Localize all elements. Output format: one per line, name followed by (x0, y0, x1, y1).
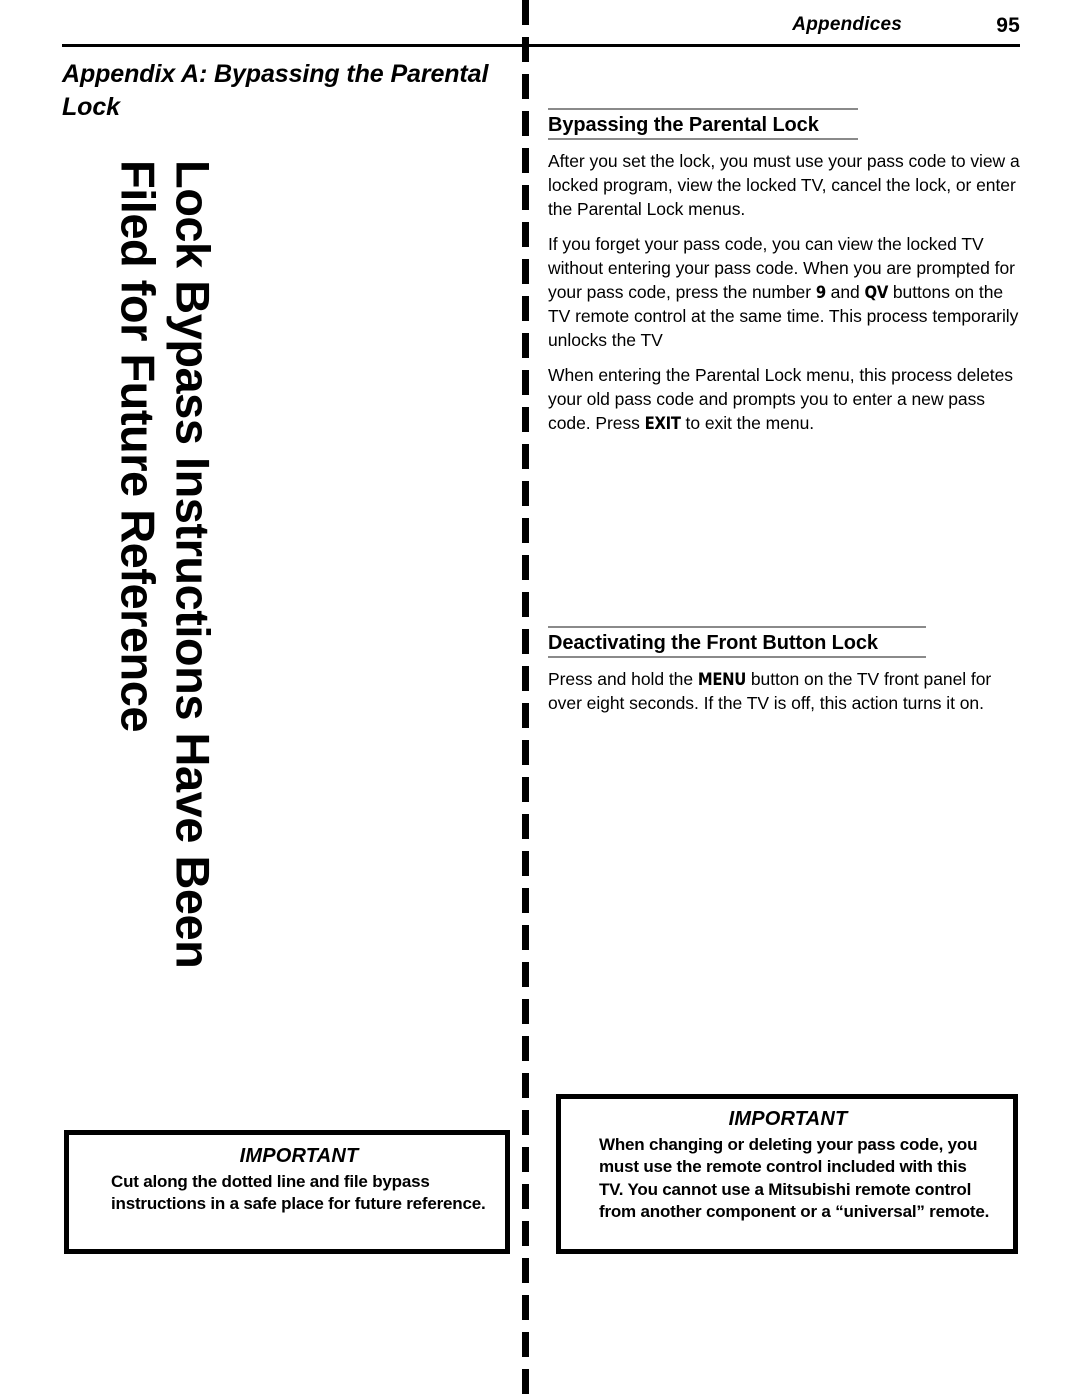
heading-rule-top (548, 108, 858, 110)
heading-rule-bottom (548, 655, 926, 658)
body-paragraph: When entering the Parental Lock menu, th… (548, 364, 1020, 435)
text-run: to exit the menu. (680, 412, 815, 433)
text-run: and (825, 281, 865, 302)
important-body: When changing or deleting your pass code… (599, 1135, 990, 1222)
section-heading: Deactivating the Front Button Lock (548, 631, 878, 654)
important-box-right: IMPORTANT When changing or deleting your… (556, 1094, 1018, 1254)
section-paragraphs: Press and hold the MENU button on the TV… (548, 668, 1020, 716)
right-column: Bypassing the Parental Lock After you se… (548, 108, 1020, 715)
remote-button-label: QV (864, 282, 889, 302)
body-paragraph: After you set the lock, you must use you… (548, 150, 1020, 221)
important-title: IMPORTANT (239, 1145, 359, 1167)
rotated-banner: Lock Bypass Instructions Have Been Filed… (0, 150, 330, 1030)
section-bypassing-parental-lock: Bypassing the Parental Lock After you se… (548, 108, 1020, 436)
heading-rule-top (548, 625, 926, 628)
remote-button-label: EXIT (644, 413, 681, 433)
section-deactivating-front-button-lock: Deactivating the Front Button Lock Press… (548, 625, 1020, 716)
important-title: IMPORTANT (728, 1108, 848, 1130)
text-run: After you set the lock, you must use you… (548, 151, 1020, 219)
remote-button-label: 9 (815, 282, 826, 302)
document-page: Appendices 95 Appendix A: Bypassing the … (0, 0, 1080, 1397)
page-title: Appendix A: Bypassing the Parental Lock (62, 60, 489, 121)
page-number: 95 (996, 14, 1020, 37)
header-rule (62, 44, 1020, 47)
header-section-label: Appendices (792, 14, 902, 35)
running-header: Appendices 95 (62, 14, 1020, 48)
rotated-banner-text: Lock Bypass Instructions Have Been Filed… (112, 160, 220, 969)
section-paragraphs: After you set the lock, you must use you… (548, 150, 1020, 436)
section-heading: Bypassing the Parental Lock (548, 114, 819, 136)
text-run: Press and hold the (548, 668, 698, 689)
important-box-left: IMPORTANT Cut along the dotted line and … (64, 1130, 510, 1254)
cut-line-dashed (522, 0, 529, 1397)
remote-button-label: MENU (697, 669, 747, 689)
heading-rule-bottom (548, 138, 858, 140)
important-body: Cut along the dotted line and file bypas… (111, 1172, 486, 1214)
body-paragraph: If you forget your pass code, you can vi… (548, 233, 1020, 352)
body-paragraph: Press and hold the MENU button on the TV… (548, 668, 1020, 716)
